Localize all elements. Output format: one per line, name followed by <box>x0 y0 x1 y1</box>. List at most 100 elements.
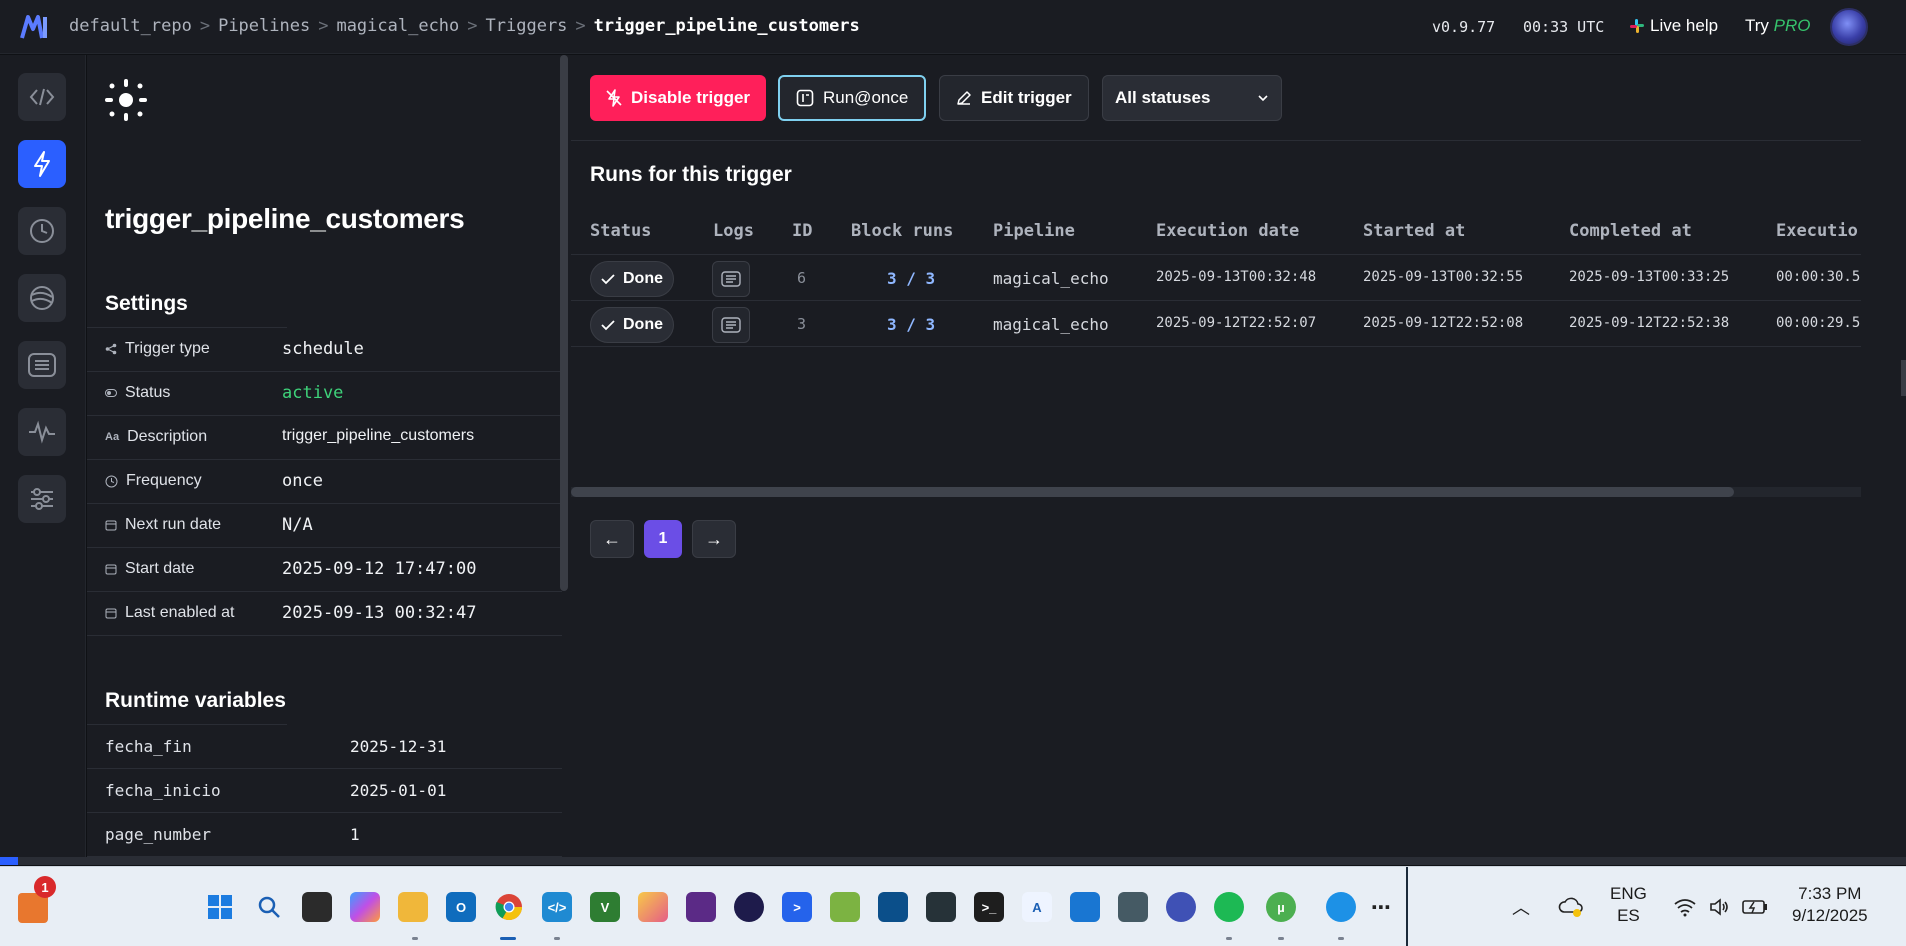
nav-terminal-icon[interactable] <box>18 341 66 389</box>
logs-button[interactable] <box>712 261 750 297</box>
block-runs-link[interactable]: 3 / 3 <box>887 269 935 288</box>
database-app-icon[interactable] <box>878 892 908 922</box>
next-page-button[interactable]: → <box>692 520 736 558</box>
column-header-started-at[interactable]: Started at <box>1363 221 1465 241</box>
live-help-link[interactable]: Live help <box>1630 16 1718 36</box>
avatar[interactable] <box>1830 8 1868 46</box>
run-once-icon <box>796 89 814 107</box>
runtime-variable-row: fecha_inicio 2025-01-01 <box>87 769 562 813</box>
terminal-icon[interactable]: >_ <box>974 892 1004 922</box>
block-runs-link[interactable]: 3 / 3 <box>887 315 935 334</box>
breadcrumb: default_repo > Pipelines > magical_echo > Trig… <box>69 16 860 36</box>
status-label: Done <box>623 316 663 333</box>
variable-key: fecha_inicio <box>105 781 221 800</box>
chrome-icon[interactable] <box>494 892 524 922</box>
column-header-logs[interactable]: Logs <box>713 221 754 241</box>
started-at: 2025-09-12T22:52:08 <box>1363 315 1524 331</box>
vs-app-icon[interactable]: V <box>590 892 620 922</box>
column-header-pipeline[interactable]: Pipeline <box>993 221 1075 241</box>
column-header-execution-time[interactable]: Executio <box>1776 221 1858 241</box>
live-help-label: Live help <box>1650 16 1719 35</box>
outlook-icon[interactable]: O <box>446 892 476 922</box>
column-header-id[interactable]: ID <box>792 221 812 241</box>
wireshark-icon[interactable] <box>1070 892 1100 922</box>
logs-button[interactable] <box>712 307 750 343</box>
photo-app-icon[interactable] <box>686 892 716 922</box>
nav-clock-icon[interactable] <box>18 207 66 255</box>
search-icon[interactable] <box>254 892 284 922</box>
volume-icon[interactable] <box>1705 892 1735 922</box>
runs-section-title: Runs for this trigger <box>590 163 792 186</box>
try-pro-link[interactable]: Try PRO <box>1745 16 1811 36</box>
breadcrumb-triggers[interactable]: Triggers <box>486 16 568 36</box>
utorrent-icon[interactable]: µ <box>1266 892 1296 922</box>
app-icon[interactable] <box>638 892 668 922</box>
nav-pulse-icon[interactable] <box>18 408 66 456</box>
column-header-completed-at[interactable]: Completed at <box>1569 221 1692 241</box>
panel-scrollbar[interactable] <box>560 55 568 591</box>
nav-lightning-icon[interactable] <box>18 140 66 188</box>
page-scrollbar[interactable] <box>1901 360 1906 396</box>
nav-sliders-icon[interactable] <box>18 475 66 523</box>
page-1-button[interactable]: 1 <box>644 520 682 558</box>
notepad-icon[interactable] <box>830 892 860 922</box>
column-header-execution-date[interactable]: Execution date <box>1156 221 1299 241</box>
status-done-badge[interactable]: Done <box>590 307 674 343</box>
column-header-block-runs[interactable]: Block runs <box>851 221 953 241</box>
table-row[interactable]: Done 6 3 / 3 magical_echo 2025-09-13T00:… <box>571 255 1861 301</box>
tray-chevron-up-icon[interactable]: ︿ <box>1512 894 1530 920</box>
copilot-icon[interactable] <box>350 892 380 922</box>
language-secondary: ES <box>1617 906 1640 925</box>
execution-date: 2025-09-13T00:32:48 <box>1156 269 1317 285</box>
wifi-icon[interactable] <box>1670 892 1700 922</box>
table-row[interactable]: Done 3 3 / 3 magical_echo 2025-09-12T22:… <box>571 301 1861 347</box>
disable-trigger-button[interactable]: Disable trigger <box>590 75 767 121</box>
linux-icon[interactable] <box>926 892 956 922</box>
previous-page-button[interactable]: ← <box>590 520 634 558</box>
taskbar-clock[interactable]: 7:33 PM 9/12/2025 <box>1792 883 1868 927</box>
status-done-badge[interactable]: Done <box>590 261 674 297</box>
table-scrollbar[interactable] <box>571 487 1734 497</box>
nav-globe-icon[interactable] <box>18 274 66 322</box>
eclipse-icon[interactable] <box>734 892 764 922</box>
more-apps-icon[interactable]: ⋯ <box>1366 892 1396 922</box>
right-scroll-strip <box>1861 55 1906 865</box>
docker-icon[interactable] <box>1326 892 1356 922</box>
text-icon: Aa <box>105 431 120 443</box>
breadcrumb-pipelines[interactable]: Pipelines <box>218 16 310 36</box>
vscode-icon[interactable]: </> <box>542 892 572 922</box>
task-view-icon[interactable] <box>302 892 332 922</box>
map-app-icon[interactable] <box>1118 892 1148 922</box>
nav-code-icon[interactable] <box>18 73 66 121</box>
spotify-icon[interactable] <box>1214 892 1244 922</box>
breadcrumb-pipeline[interactable]: magical_echo <box>336 16 459 36</box>
battery-icon[interactable] <box>1740 892 1770 922</box>
mage-logo-icon[interactable] <box>20 14 50 40</box>
toggle-icon <box>105 389 117 397</box>
breadcrumb-repo[interactable]: default_repo <box>69 16 192 36</box>
version-label: v0.9.77 <box>1432 18 1496 36</box>
powershell-icon[interactable]: > <box>782 892 812 922</box>
language-indicator[interactable]: ENG ES <box>1610 883 1647 927</box>
slack-icon <box>1630 19 1644 33</box>
execution-time: 00:00:29.5 <box>1776 315 1861 331</box>
file-explorer-icon[interactable] <box>398 892 428 922</box>
variable-value: 2025-01-01 <box>350 781 447 800</box>
column-header-status[interactable]: Status <box>590 221 651 241</box>
clock-date: 9/12/2025 <box>1792 906 1868 925</box>
onedrive-warning-icon[interactable] <box>1556 892 1586 922</box>
started-at: 2025-09-13T00:32:55 <box>1363 269 1524 285</box>
pencil-icon <box>957 91 971 105</box>
setting-label: Frequency <box>126 472 202 489</box>
status-filter-select[interactable]: All statuses <box>1102 75 1282 121</box>
language-primary: ENG <box>1610 884 1647 903</box>
setting-row-description: Aa Description trigger_pipeline_customers <box>87 416 562 460</box>
setting-value: schedule <box>282 339 364 359</box>
windows-start-icon[interactable] <box>205 892 235 922</box>
check-icon <box>601 320 615 331</box>
edit-trigger-button[interactable]: Edit trigger <box>939 75 1089 121</box>
azure-app-icon[interactable]: A <box>1022 892 1052 922</box>
browser-app-icon[interactable] <box>1166 892 1196 922</box>
run-once-button[interactable]: Run@once <box>778 75 927 121</box>
lightning-off-icon <box>606 89 622 107</box>
